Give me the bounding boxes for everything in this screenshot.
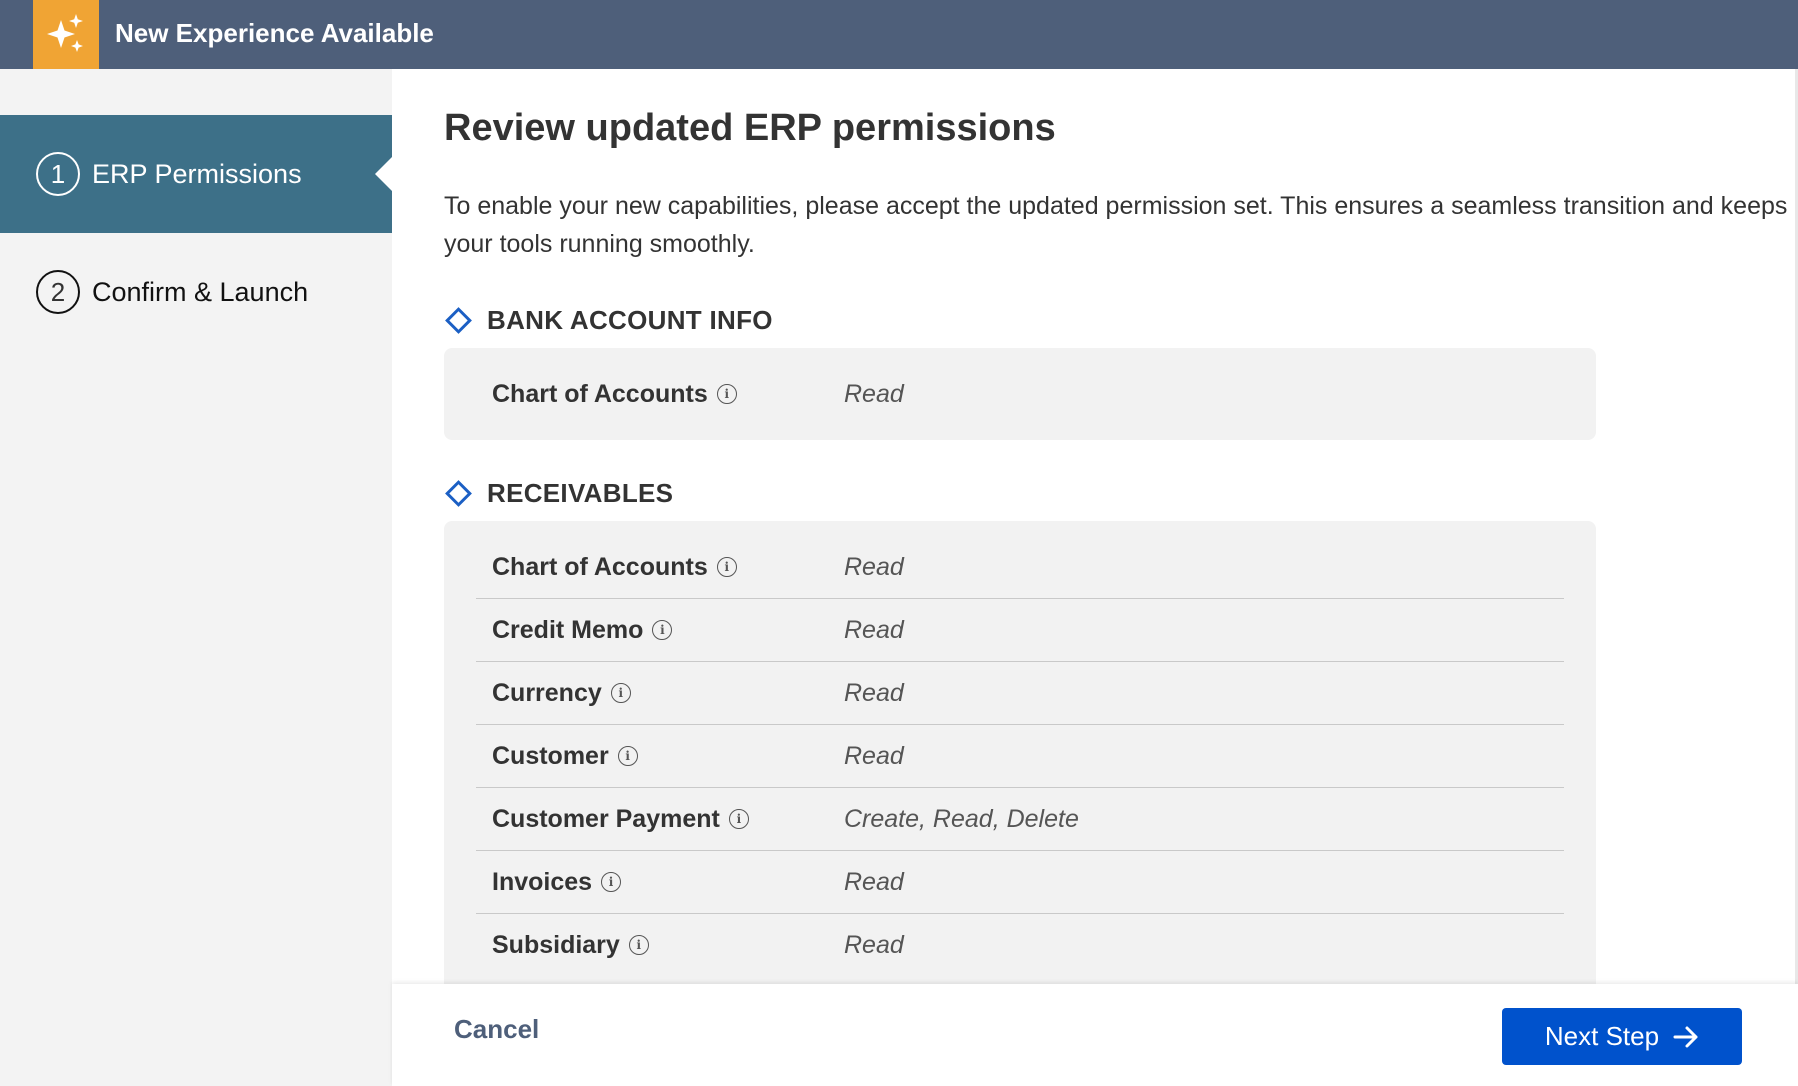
permission-row: Invoices i Read bbox=[476, 850, 1564, 913]
section-header-bank-account-info: BANK ACCOUNT INFO bbox=[444, 305, 773, 336]
diamond-icon bbox=[445, 307, 472, 334]
step-confirm-launch[interactable]: 2 Confirm & Launch bbox=[0, 233, 392, 351]
permission-name: Chart of Accounts bbox=[492, 552, 708, 581]
permissions-panel-receivables: Chart of Accounts i Read Credit Memo i R… bbox=[444, 521, 1596, 984]
info-icon[interactable]: i bbox=[652, 620, 673, 640]
permission-name-wrap: Chart of Accounts i bbox=[492, 553, 737, 582]
section-header-receivables: RECEIVABLES bbox=[444, 478, 673, 509]
top-bar: New Experience Available bbox=[0, 0, 1798, 82]
permission-name: Chart of Accounts bbox=[492, 379, 708, 408]
info-icon[interactable]: i bbox=[716, 384, 737, 404]
sparkles-icon bbox=[47, 14, 83, 52]
next-step-button[interactable]: Next Step bbox=[1502, 1008, 1742, 1065]
info-icon[interactable]: i bbox=[610, 683, 631, 703]
info-icon[interactable]: i bbox=[617, 746, 638, 766]
permission-row: Credit Memo i Read bbox=[476, 598, 1564, 661]
step-label: ERP Permissions bbox=[92, 158, 302, 189]
footer-actions: Cancel Next Step bbox=[392, 984, 1798, 1086]
permission-name-wrap: Subsidiary i bbox=[492, 931, 649, 960]
permission-value: Read bbox=[844, 379, 904, 408]
section-title: BANK ACCOUNT INFO bbox=[487, 305, 773, 335]
wizard-steps-sidebar: 1 ERP Permissions 2 Confirm & Launch bbox=[0, 69, 392, 1086]
permission-name: Customer bbox=[492, 741, 609, 770]
permission-row: Customer Payment i Create, Read, Delete bbox=[476, 787, 1564, 850]
permission-name-wrap: Chart of Accounts i bbox=[492, 380, 737, 409]
permission-value: Read bbox=[844, 678, 904, 707]
permission-name-wrap: Currency i bbox=[492, 679, 631, 708]
permissions-panel-bank-account-info: Chart of Accounts i Read bbox=[444, 348, 1596, 440]
cancel-button[interactable]: Cancel bbox=[454, 1014, 539, 1045]
main-content: Review updated ERP permissions To enable… bbox=[392, 69, 1798, 984]
permission-value: Read bbox=[844, 615, 904, 644]
step-number-badge: 1 bbox=[36, 152, 80, 196]
permission-row: Currency i Read bbox=[476, 661, 1564, 724]
section-title: RECEIVABLES bbox=[487, 478, 674, 508]
permission-name-wrap: Customer i bbox=[492, 742, 638, 771]
permission-value: Read bbox=[844, 867, 904, 896]
step-erp-permissions[interactable]: 1 ERP Permissions bbox=[0, 115, 392, 233]
permission-value: Read bbox=[844, 741, 904, 770]
permission-name-wrap: Credit Memo i bbox=[492, 615, 673, 645]
permission-name-wrap: Customer Payment i bbox=[492, 805, 749, 834]
info-icon[interactable]: i bbox=[728, 809, 749, 829]
permission-value: Read bbox=[844, 552, 904, 581]
permission-value: Create, Read, Delete bbox=[844, 804, 1079, 833]
page-title: Review updated ERP permissions bbox=[444, 107, 1056, 149]
permission-name: Invoices bbox=[492, 867, 593, 896]
permission-row: Subsidiary i Read bbox=[476, 913, 1564, 976]
arrow-right-icon bbox=[1673, 1026, 1698, 1047]
step-number-badge: 2 bbox=[36, 270, 80, 314]
permission-name-wrap: Invoices i bbox=[492, 867, 622, 897]
info-icon[interactable]: i bbox=[628, 935, 649, 955]
next-step-label: Next Step bbox=[1544, 1021, 1660, 1051]
permission-name: Subsidiary bbox=[492, 930, 620, 959]
permission-row: Customer i Read bbox=[476, 724, 1564, 787]
permission-row: Chart of Accounts i Read bbox=[476, 536, 1564, 598]
permission-value: Read bbox=[844, 930, 904, 959]
diamond-icon bbox=[445, 480, 472, 507]
permission-row: Chart of Accounts i Read bbox=[476, 363, 1564, 425]
info-icon[interactable]: i bbox=[716, 557, 737, 577]
step-label: Confirm & Launch bbox=[92, 276, 309, 307]
info-icon[interactable]: i bbox=[601, 872, 622, 892]
permission-name: Credit Memo bbox=[492, 615, 644, 644]
permission-name: Currency bbox=[492, 678, 602, 707]
page-description: To enable your new capabilities, please … bbox=[444, 192, 1788, 258]
permission-name: Customer Payment bbox=[492, 804, 720, 833]
banner-title: New Experience Available bbox=[115, 18, 434, 48]
